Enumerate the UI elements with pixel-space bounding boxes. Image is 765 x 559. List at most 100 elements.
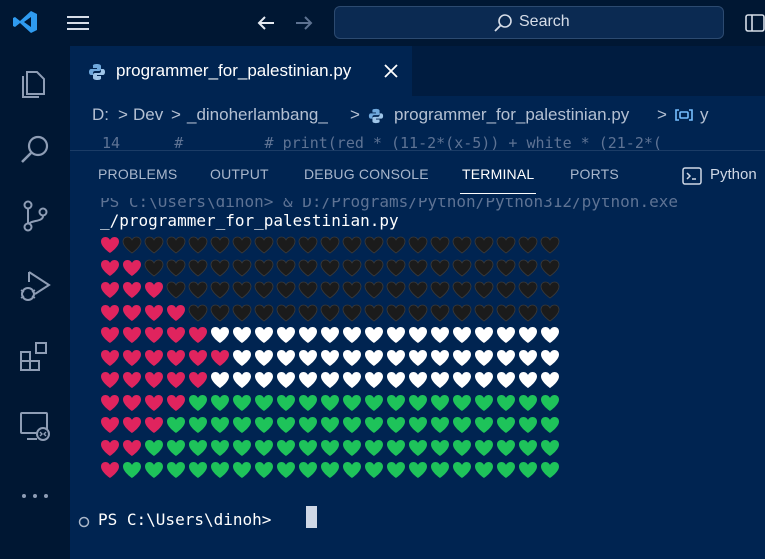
hamburger-menu-icon[interactable]	[66, 12, 90, 34]
black-heart-icon	[408, 236, 428, 254]
green-heart-icon	[519, 417, 537, 433]
black-heart-icon	[232, 304, 252, 321]
black-heart-icon	[276, 259, 296, 276]
black-heart-icon	[144, 236, 164, 254]
black-heart-icon	[496, 236, 516, 254]
white-heart-icon	[453, 372, 471, 388]
black-heart-icon	[364, 304, 384, 321]
vscode-logo[interactable]	[12, 9, 38, 35]
search-icon[interactable]	[17, 132, 53, 168]
red-heart-icon	[123, 327, 141, 343]
source-control-icon[interactable]	[17, 198, 53, 234]
white-heart-icon	[321, 372, 339, 388]
activity-bar	[0, 46, 70, 559]
red-heart-icon	[189, 372, 207, 388]
red-heart-icon	[123, 417, 141, 433]
breadcrumb-dev[interactable]: Dev	[133, 105, 163, 125]
black-heart-icon	[144, 259, 164, 276]
terminal-selector[interactable]: Python	[682, 165, 765, 189]
heart-row	[100, 326, 580, 349]
green-heart-icon	[387, 394, 405, 411]
black-heart-icon	[210, 236, 230, 254]
breadcrumb-symbol[interactable]: y	[700, 105, 709, 125]
remote-explorer-icon[interactable]	[17, 408, 53, 444]
white-heart-icon	[541, 327, 559, 343]
black-heart-icon	[188, 304, 208, 321]
black-heart-icon	[320, 236, 340, 254]
terminal-output[interactable]: PS C:\Users\dinoh> & D:/Programs/Python/…	[70, 198, 765, 559]
more-icon[interactable]	[17, 478, 53, 514]
black-heart-icon	[518, 236, 538, 254]
explorer-icon[interactable]	[17, 64, 53, 100]
black-heart-icon	[430, 304, 450, 321]
black-heart-icon	[540, 304, 560, 321]
green-heart-icon	[167, 439, 185, 456]
heart-row	[100, 371, 580, 394]
red-heart-icon	[145, 349, 163, 366]
breadcrumb-folder[interactable]: _dinoherlambang_	[187, 105, 328, 125]
tab-problems[interactable]: PROBLEMS	[98, 166, 177, 182]
black-heart-icon	[254, 304, 274, 321]
black-heart-icon	[232, 259, 252, 276]
red-heart-icon	[123, 439, 141, 456]
tab-ports[interactable]: PORTS	[570, 166, 619, 182]
green-heart-icon	[299, 394, 317, 411]
layout-icon[interactable]	[745, 12, 765, 34]
red-heart-icon	[101, 372, 119, 388]
close-icon[interactable]	[382, 62, 400, 80]
tab-label: programmer_for_palestinian.py	[116, 61, 352, 80]
green-heart-icon	[453, 439, 471, 456]
green-heart-icon	[387, 417, 405, 433]
title-bar: Search	[0, 0, 765, 46]
white-heart-icon	[409, 349, 427, 366]
arrow-right-icon[interactable]	[292, 12, 316, 34]
breadcrumb-separator: >	[118, 105, 128, 124]
heart-row	[100, 281, 580, 304]
green-heart-icon	[321, 439, 339, 456]
green-heart-icon	[431, 439, 449, 456]
black-heart-icon	[298, 304, 318, 321]
run-debug-icon[interactable]	[17, 268, 53, 304]
green-heart-icon	[365, 439, 383, 456]
green-heart-icon	[145, 462, 163, 478]
black-heart-icon	[386, 236, 406, 254]
white-heart-icon	[475, 349, 493, 366]
red-heart-icon	[145, 417, 163, 433]
black-heart-icon	[386, 281, 406, 299]
black-heart-icon	[474, 281, 494, 299]
green-heart-icon	[431, 462, 449, 478]
extensions-icon[interactable]	[17, 338, 53, 374]
white-heart-icon	[409, 372, 427, 388]
tab-terminal[interactable]: TERMINAL	[462, 166, 534, 182]
terminal-path-line: _/programmer_for_palestinian.py	[100, 211, 399, 230]
green-heart-icon	[233, 462, 251, 478]
green-heart-icon	[497, 394, 515, 411]
red-heart-icon	[101, 282, 119, 298]
search-icon	[494, 14, 512, 32]
command-decoration-icon[interactable]	[78, 516, 90, 528]
red-heart-icon	[145, 327, 163, 343]
black-heart-icon	[452, 281, 472, 299]
green-heart-icon	[541, 417, 559, 433]
tab-output[interactable]: OUTPUT	[210, 166, 269, 182]
black-heart-icon	[342, 236, 362, 254]
black-heart-icon	[518, 304, 538, 321]
green-heart-icon	[365, 462, 383, 478]
white-heart-icon	[233, 327, 251, 343]
green-heart-icon	[475, 394, 493, 411]
tab-debug-console[interactable]: DEBUG CONSOLE	[304, 166, 429, 182]
white-heart-icon	[387, 327, 405, 343]
bottom-panel: PROBLEMS OUTPUT DEBUG CONSOLE TERMINAL P…	[70, 150, 765, 559]
white-heart-icon	[453, 349, 471, 366]
command-center-search[interactable]: Search	[334, 6, 724, 39]
arrow-left-icon[interactable]	[254, 12, 278, 34]
green-heart-icon	[497, 439, 515, 456]
breadcrumb-drive[interactable]: D:	[92, 105, 109, 125]
white-heart-icon	[541, 349, 559, 366]
red-heart-icon	[145, 372, 163, 388]
breadcrumb-separator: >	[171, 105, 181, 124]
breadcrumb-file[interactable]: programmer_for_palestinian.py	[394, 105, 629, 125]
tab-programmer-for-palestinian[interactable]: programmer_for_palestinian.py	[70, 46, 412, 96]
black-heart-icon	[320, 304, 340, 321]
red-heart-icon	[211, 349, 229, 366]
